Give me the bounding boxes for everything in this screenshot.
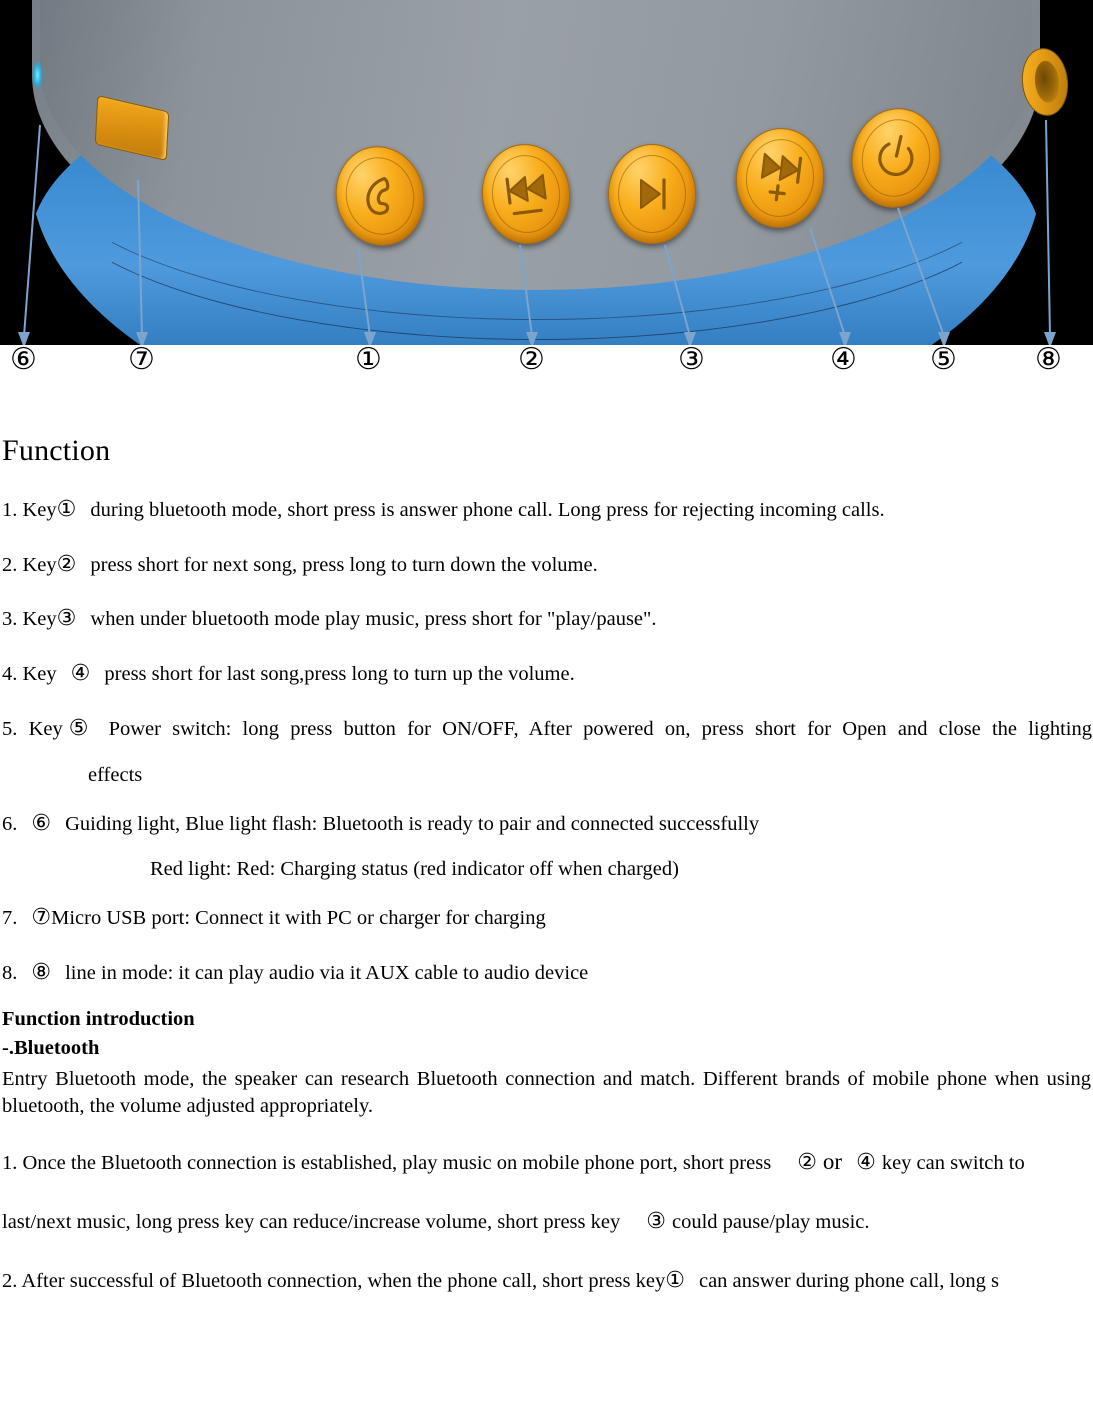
bluetooth-subheading: -.Bluetooth (2, 1036, 100, 1059)
item-6-number: 6. (2, 812, 18, 835)
step-1-line2-text-b: could pause/play music. (671, 1210, 870, 1233)
callout-label-1: ① (355, 342, 382, 377)
callout-label-5: ⑤ (930, 342, 957, 377)
step-1-text-b: key can switch to (881, 1151, 1025, 1174)
function-item-8: 8. ⑧ line in mode: it can play audio via i… (2, 960, 1093, 986)
item-8-text: line in mode: it can play audio via it A… (65, 961, 589, 984)
step-1-or: or (822, 1148, 843, 1174)
item-7-number: 7. (2, 907, 18, 930)
item-1-text: during bluetooth mode, short press is an… (90, 499, 885, 521)
function-introduction-heading: Function introduction (2, 1007, 195, 1030)
function-item-2: 2. Key② press short for next song, press … (2, 552, 1093, 578)
step-1-circle-b: ④ (856, 1149, 876, 1175)
step-2-text-a: 2. After successful of Bluetooth connect… (2, 1269, 666, 1292)
function-item-5-continuation: effects (88, 763, 143, 786)
item-2-number: 2. Key (2, 553, 57, 576)
previous-track-minus-icon (505, 173, 547, 216)
item-6-text: Guiding light, Blue light flash: Bluetoo… (65, 812, 760, 835)
item-7-circle: ⑦ (31, 905, 52, 931)
item-8-number: 8. (2, 961, 18, 984)
step-2-text-b: can answer during phone call, long s (698, 1269, 999, 1292)
function-item-6: 6. ⑥ Guiding light, Blue light flash: Blue… (2, 811, 1093, 837)
callout-label-4: ④ (830, 342, 857, 377)
page-title: Function (2, 434, 111, 467)
item-1-number: 1. Key (2, 499, 57, 521)
item-3-number: 3. Key (2, 608, 57, 631)
item-5-number: 5. Key (2, 718, 63, 741)
function-item-3: 3. Key③ when under bluetooth mode play mu… (2, 606, 1093, 632)
item-2-circle: ② (56, 551, 77, 577)
bluetooth-step-1-line-1: 1. Once the Bluetooth connection is esta… (2, 1149, 1093, 1175)
function-document: Function 1. Key① during bluetooth mode, s… (0, 434, 1093, 1293)
bluetooth-step-1-line-2: last/next music, long press key can redu… (2, 1209, 1093, 1234)
next-track-plus-icon (760, 152, 803, 202)
bluetooth-paragraph: Entry Bluetooth mode, the speaker can re… (2, 1067, 1091, 1118)
callout-label-8: ⑧ (1035, 342, 1062, 377)
callout-label-7: ⑦ (128, 342, 155, 377)
item-5-circle: ⑤ (62, 716, 95, 742)
item-4-number: 4. Key (2, 662, 57, 685)
item-7-text: Micro USB port: Connect it with PC or ch… (51, 907, 546, 930)
step-2-circle: ① (665, 1267, 685, 1293)
item-5-text: Power switch: long press button for ON/O… (108, 718, 1092, 741)
item-4-text: press short for last song,press long to … (104, 662, 575, 685)
step-1-line2-text-a: last/next music, long press key can redu… (2, 1210, 621, 1233)
function-item-7: 7. ⑦Micro USB port: Connect it with PC or… (2, 905, 1093, 931)
bluetooth-step-2: 2. After successful of Bluetooth connect… (2, 1268, 1093, 1293)
step-1-line2-circle: ③ (646, 1208, 666, 1234)
speaker-diagram-image (0, 0, 1093, 345)
function-item-1: 1. Key① during bluetooth mode, short pres… (2, 497, 1093, 523)
callout-label-6: ⑥ (10, 342, 37, 377)
item-3-text: when under bluetooth mode play music, pr… (90, 608, 657, 631)
function-item-4: 4. Key ④ press short for last song,press l… (2, 661, 1093, 687)
function-item-6-sub: Red light: Red: Charging status (red ind… (150, 858, 679, 881)
callout-label-3: ③ (678, 342, 705, 377)
item-4-circle: ④ (70, 660, 91, 686)
play-pause-icon (640, 178, 666, 210)
item-2-text: press short for next song, press long to… (90, 553, 598, 576)
callout-number-row: ⑥ ⑦ ① ② ③ ④ ⑤ ⑧ (0, 345, 1093, 420)
led-indicator (33, 62, 42, 88)
play-pause-button[interactable] (608, 144, 696, 244)
step-1-text-a: 1. Once the Bluetooth connection is esta… (2, 1151, 772, 1174)
callout-label-2: ② (518, 342, 545, 377)
function-item-5: 5. Key⑤ Power switch: long press button f… (2, 716, 1092, 742)
item-1-circle: ① (56, 497, 77, 522)
item-3-circle: ③ (56, 606, 77, 632)
item-8-circle: ⑧ (31, 959, 52, 985)
step-1-circle-a: ② (797, 1149, 817, 1175)
item-6-circle: ⑥ (31, 810, 52, 836)
